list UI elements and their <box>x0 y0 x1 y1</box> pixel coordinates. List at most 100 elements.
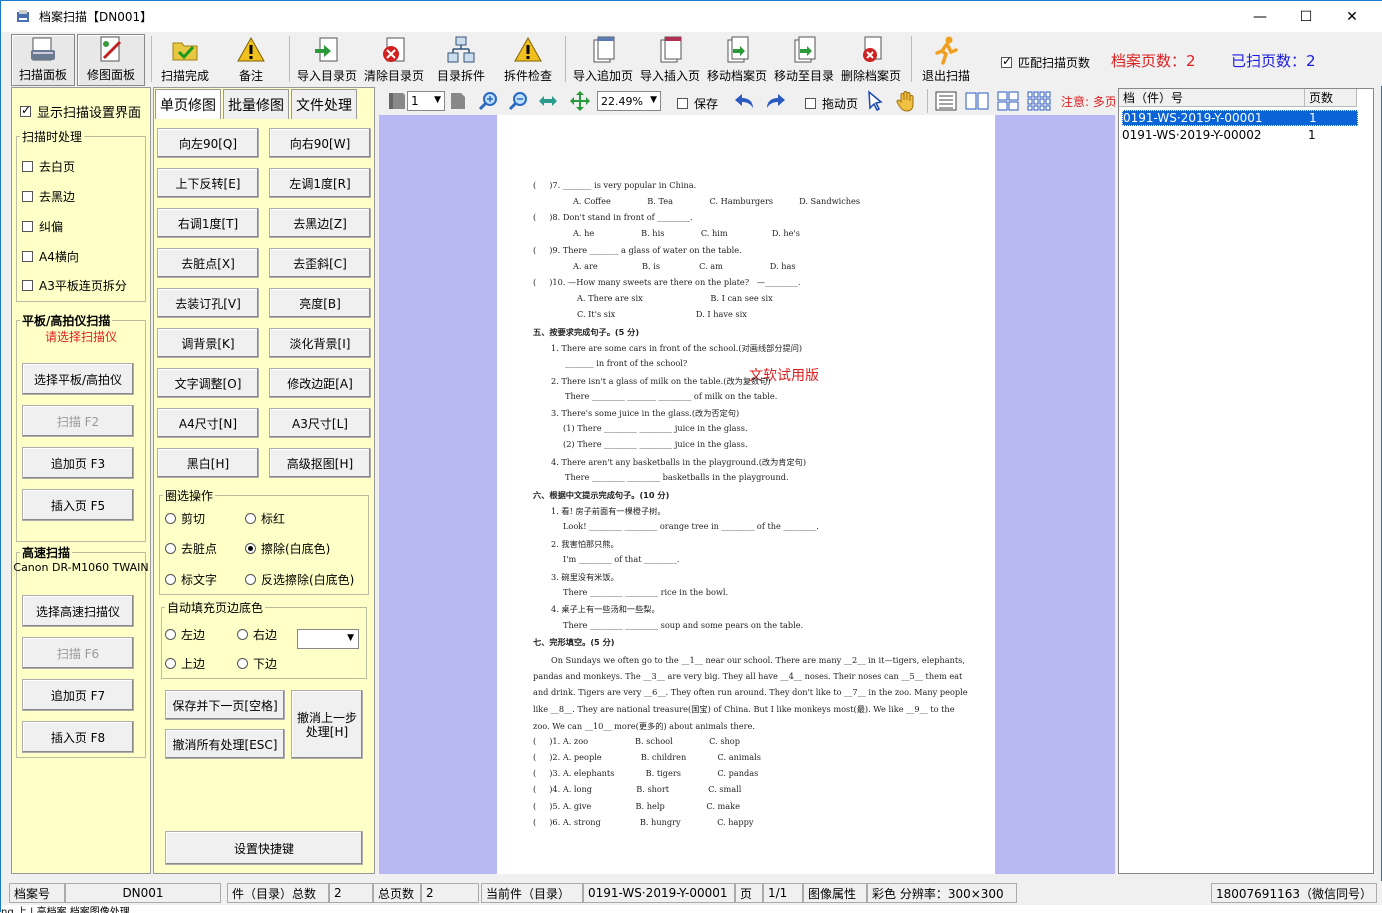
edit-panel-button[interactable]: 修图面板 <box>77 34 145 86</box>
radio-mark-text[interactable]: 标文字 <box>165 571 217 588</box>
maximize-button[interactable]: ☐ <box>1283 1 1329 32</box>
append-f3-button[interactable]: 追加页 F3 <box>22 447 134 479</box>
autofill-left[interactable]: 左边 <box>165 626 205 643</box>
move-to-dir-button[interactable]: 移动至目录 <box>773 34 835 86</box>
move-archive-page-button[interactable]: 移动档案页 <box>705 34 769 86</box>
edit-op-button[interactable]: 去黑边[Z] <box>269 208 371 238</box>
drag-page-checkbox[interactable]: 拖动页 <box>805 95 858 112</box>
radio-mark-red[interactable]: 标红 <box>245 510 285 527</box>
close-button[interactable]: ✕ <box>1329 1 1375 32</box>
show-settings-checkbox[interactable]: 显示扫描设置界面 <box>20 102 141 121</box>
fit-page-icon[interactable] <box>569 89 591 113</box>
save-checkbox[interactable]: 保存 <box>677 95 718 112</box>
edit-op-button[interactable]: A3尺寸[L] <box>269 408 371 438</box>
maximize-icon: ☐ <box>1299 8 1313 25</box>
edit-op-button[interactable]: 调背景[K] <box>157 328 259 358</box>
split-dir-button[interactable]: 目录拆件 <box>433 34 489 86</box>
import-insert-button[interactable]: 导入插入页 <box>639 34 701 86</box>
delete-page-icon <box>856 35 886 65</box>
column-header-id[interactable]: 档（件）号 <box>1119 89 1305 107</box>
zoom-out-icon[interactable] <box>507 89 529 113</box>
undo-all-button[interactable]: 撤消所有处理[ESC] <box>165 729 285 759</box>
match-pages-checkbox[interactable]: 匹配扫描页数 <box>1001 54 1090 71</box>
edit-op-button[interactable]: 右调1度[T] <box>157 208 259 238</box>
remove-blank-checkbox[interactable]: 去白页 <box>22 158 75 175</box>
grid-view-icon[interactable] <box>997 89 1019 113</box>
autofill-bottom[interactable]: 下边 <box>237 655 277 672</box>
a4-landscape-checkbox[interactable]: A4横向 <box>22 248 79 265</box>
pointer-icon[interactable] <box>865 89 887 113</box>
page-select[interactable]: 1 ▼ <box>407 91 445 111</box>
minimize-button[interactable]: — <box>1237 1 1283 32</box>
radio-cut[interactable]: 剪切 <box>165 510 205 527</box>
select-highspeed-button[interactable]: 选择高速扫描仪 <box>22 595 134 627</box>
document-line: 4. There aren't any basketballs in the p… <box>551 457 807 467</box>
edit-op-button[interactable]: 上下反转[E] <box>157 168 259 198</box>
a3-split-checkbox[interactable]: A3平板连页拆分 <box>22 277 127 294</box>
autofill-right[interactable]: 右边 <box>237 626 277 643</box>
list-item[interactable]: 0191-WS·2019-Y-00001 1 <box>1122 110 1358 126</box>
append-f7-button[interactable]: 追加页 F7 <box>22 679 134 711</box>
split-check-button[interactable]: 拆件检查 <box>501 34 555 86</box>
option-label: 去黑边 <box>39 190 76 204</box>
undo-prev-button[interactable]: 撤消上一步处理[H] <box>291 690 363 759</box>
two-page-view-icon[interactable] <box>965 89 989 113</box>
remark-button[interactable]: 备注 <box>231 34 271 86</box>
shortcut-settings-button[interactable]: 设置快捷键 <box>165 831 363 865</box>
scan-complete-button[interactable]: 扫描完成 <box>157 34 213 86</box>
edit-op-button[interactable]: 向右90[W] <box>269 128 371 158</box>
insert-f8-button[interactable]: 插入页 F8 <box>22 721 134 753</box>
autofill-top[interactable]: 上边 <box>165 655 205 672</box>
deskew-checkbox[interactable]: 纠偏 <box>22 218 63 235</box>
radio-erase-white[interactable]: 擦除(白底色) <box>245 540 330 557</box>
edit-op-button[interactable]: 黑白[H] <box>157 448 259 478</box>
checkbox-box <box>20 103 31 117</box>
thumbnail-grid-icon[interactable] <box>1027 89 1051 113</box>
list-item[interactable]: 0191-WS·2019-Y-00002 1 <box>1122 127 1358 143</box>
radio-inverse-erase[interactable]: 反选擦除(白底色) <box>245 571 354 588</box>
redo-arrow-icon[interactable] <box>763 89 787 113</box>
next-page-icon[interactable] <box>449 89 469 113</box>
fill-color-select[interactable]: ▼ <box>297 629 359 649</box>
insert-f5-button[interactable]: 插入页 F5 <box>22 489 134 521</box>
edit-op-button[interactable]: 向左90[Q] <box>157 128 259 158</box>
clear-dir-page-button[interactable]: 清除目录页 <box>363 34 425 86</box>
edit-op-button[interactable]: 高级抠图[H] <box>269 448 371 478</box>
select-flatbed-button[interactable]: 选择平板/高拍仪 <box>22 363 134 395</box>
zoom-in-icon[interactable] <box>477 89 499 113</box>
status-total-items: 2 <box>329 883 373 903</box>
tab-single-edit[interactable]: 单页修图 <box>155 89 221 119</box>
edit-op-button[interactable]: 去脏点[X] <box>157 248 259 278</box>
radio-remove-dots[interactable]: 去脏点 <box>165 540 217 557</box>
edit-op-button[interactable]: 修改边距[A] <box>269 368 371 398</box>
document-line: pandas and monkeys. The __3__ are very b… <box>533 671 963 681</box>
exit-scan-button[interactable]: 退出扫描 <box>919 34 973 86</box>
delete-archive-page-button[interactable]: 删除档案页 <box>839 34 903 86</box>
scan-f2-button[interactable]: 扫描 F2 <box>22 405 134 437</box>
zoom-select[interactable]: 22.49% ▼ <box>597 91 661 111</box>
save-next-button[interactable]: 保存并下一页[空格] <box>165 690 285 720</box>
edit-op-button[interactable]: A4尺寸[N] <box>157 408 259 438</box>
edit-op-button[interactable]: 文字调整[O] <box>157 368 259 398</box>
remove-black-edge-checkbox[interactable]: 去黑边 <box>22 188 75 205</box>
scan-f6-button[interactable]: 扫描 F6 <box>22 637 134 669</box>
hand-icon[interactable] <box>895 89 917 113</box>
import-dir-page-button[interactable]: 导入目录页 <box>295 34 359 86</box>
edit-op-button[interactable]: 淡化背景[I] <box>269 328 371 358</box>
tab-batch-edit[interactable]: 批量修图 <box>223 89 289 119</box>
scan-panel-button[interactable]: 扫描面板 <box>11 34 75 86</box>
edit-op-button[interactable]: 左调1度[R] <box>269 168 371 198</box>
edit-op-button[interactable]: 去装订孔[V] <box>157 288 259 318</box>
import-append-button[interactable]: 导入追加页 <box>571 34 635 86</box>
tab-file-processing[interactable]: 文件处理 <box>291 89 357 119</box>
list-view-icon[interactable] <box>935 89 957 113</box>
autofill-title: 自动填充页边底色 <box>165 599 266 616</box>
fit-width-icon[interactable] <box>537 89 559 113</box>
edit-op-button[interactable]: 亮度[B] <box>269 288 371 318</box>
undo-arrow-icon[interactable] <box>733 89 757 113</box>
prev-page-icon[interactable] <box>387 89 407 113</box>
column-header-pages[interactable]: 页数 <box>1305 89 1357 107</box>
edit-op-button[interactable]: 去歪斜[C] <box>269 248 371 278</box>
radio-dot <box>165 543 176 554</box>
document-viewer[interactable]: 文软试用版 ( )7. _______ is very popular in C… <box>379 115 1115 874</box>
